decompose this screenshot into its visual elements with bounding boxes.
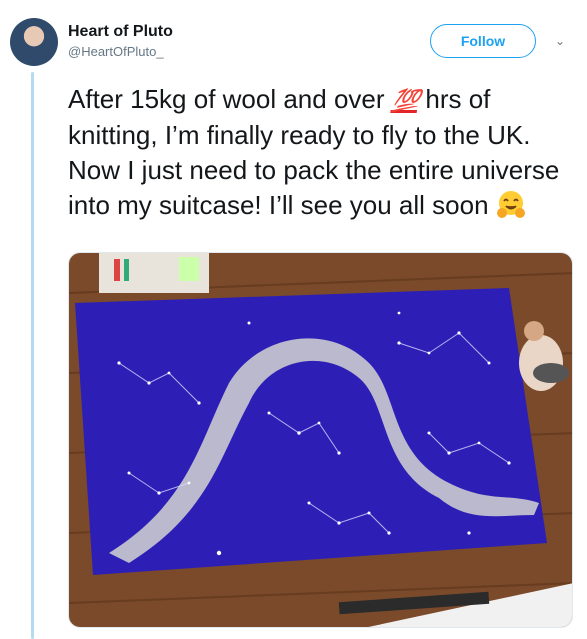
hundred-points-emoji: 💯	[389, 88, 420, 113]
knitted-blanket-photo	[69, 253, 572, 627]
follow-button[interactable]: Follow	[430, 24, 536, 58]
thread-line	[31, 72, 34, 639]
tweet-text: After 15kg of wool and over 💯 hrs of kni…	[68, 82, 573, 223]
avatar[interactable]	[10, 18, 58, 66]
tweet-text-part1: After 15kg of wool and over	[68, 84, 392, 114]
hugging-face-emoji	[496, 191, 525, 218]
display-name[interactable]: Heart of Pluto	[68, 23, 173, 41]
user-handle[interactable]: @HeartOfPluto_	[68, 44, 164, 59]
chevron-down-icon[interactable]: ⌄	[555, 34, 565, 48]
tweet-photo[interactable]	[68, 252, 573, 628]
